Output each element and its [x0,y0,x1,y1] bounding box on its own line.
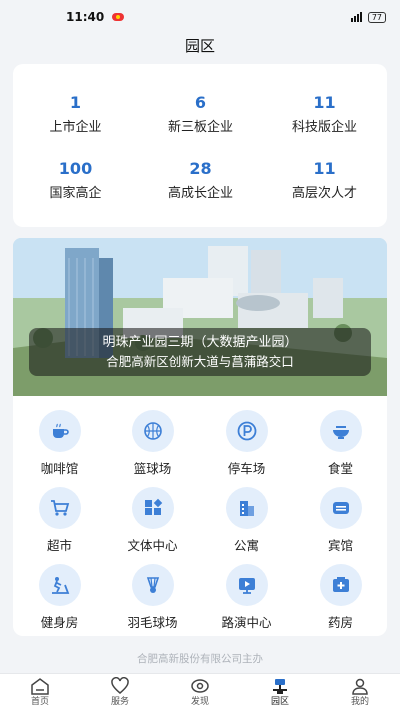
facility-label: 停车场 [227,461,266,476]
facility-grid: 咖啡馆 篮球场 停车场 食堂 超市 文体中心 公寓 宾馆 健身房 羽毛球场 路演… [13,396,387,636]
facility-label: 篮球场 [133,461,172,476]
facility-label: 文体中心 [127,538,178,553]
stat-neeq-companies[interactable]: 6 新三板企业 [138,92,263,138]
stat-high-tech-enterprises[interactable]: 100 国家高企 [13,158,138,204]
stat-high-growth-enterprises[interactable]: 28 高成长企业 [138,158,263,204]
stat-value: 11 [313,159,336,178]
stat-label: 上市企业 [49,120,102,135]
home-icon [0,676,80,696]
battery-icon: 77 [367,11,386,23]
blocks-icon [131,487,174,529]
stat-label: 国家高企 [49,186,102,201]
badminton-icon [131,564,174,606]
facility-badminton-court[interactable]: 羽毛球场 [106,564,199,631]
eye-icon [160,676,240,696]
facility-label: 宾馆 [327,538,353,553]
tab-mine[interactable]: 我的 [320,674,400,711]
park-icon [240,676,320,696]
signal-icon [350,12,362,22]
tab-label: 服务 [110,697,129,707]
bowl-icon [319,410,362,452]
facility-basketball-court[interactable]: 篮球场 [106,410,199,477]
footer-sponsor-note: 合肥高新股份有限公司主办 [137,653,263,665]
facility-label: 路演中心 [221,615,272,630]
banner-address: 合肥高新区创新大道与菖蒲路交口 [106,354,294,369]
roadshow-icon [225,564,268,606]
facility-cafe[interactable]: 咖啡馆 [13,410,106,477]
coffee-icon [38,410,81,452]
facility-parking[interactable]: 停车场 [200,410,293,477]
pharmacy-icon [319,564,362,606]
basketball-icon [131,410,174,452]
heart-icon [80,676,160,696]
facility-label: 健身房 [40,615,79,630]
stat-value: 1 [69,93,82,112]
page-title: 园区 [184,37,215,55]
facility-sports-culture-center[interactable]: 文体中心 [106,487,199,554]
banner-caption: 明珠产业园三期（大数据产业园） 合肥高新区创新大道与菖蒲路交口 [29,328,371,376]
facility-label: 药房 [327,615,353,630]
tab-park[interactable]: 园区 [240,674,320,711]
bottom-tab-bar: 首页 服务 发现 园区 我的 [0,673,400,711]
status-time: 11:40 [66,10,105,24]
tab-label: 园区 [270,697,289,707]
facility-gym[interactable]: 健身房 [13,564,106,631]
stat-label: 高成长企业 [167,186,233,201]
stat-label: 科技版企业 [291,120,357,135]
treadmill-icon [38,564,81,606]
parking-icon [225,410,268,452]
stat-listed-companies[interactable]: 1 上市企业 [13,92,138,138]
tab-home[interactable]: 首页 [0,674,80,711]
stat-label: 新三板企业 [167,120,233,135]
facility-roadshow-center[interactable]: 路演中心 [200,564,293,631]
stat-high-level-talents[interactable]: 11 高层次人才 [262,158,387,204]
hotel-icon [319,487,362,529]
facility-label: 公寓 [233,538,259,553]
cart-icon [38,487,81,529]
building-icon [225,487,268,529]
stats-card: 1 上市企业 6 新三板企业 11 科技版企业 100 国家高企 28 高成长企… [13,64,387,227]
tab-services[interactable]: 服务 [80,674,160,711]
user-icon [320,676,400,696]
facility-label: 食堂 [327,461,353,476]
stat-value: 6 [194,93,207,112]
notification-app-icon [112,13,125,21]
status-bar: 11:40 77 [0,0,400,34]
tab-label: 我的 [350,697,369,707]
facility-label: 咖啡馆 [40,461,79,476]
facility-label: 羽毛球场 [127,615,178,630]
facility-label: 超市 [46,538,72,553]
facility-canteen[interactable]: 食堂 [294,410,387,477]
facility-hotel[interactable]: 宾馆 [294,487,387,554]
tab-label: 首页 [30,697,49,707]
park-banner[interactable]: 明珠产业园三期（大数据产业园） 合肥高新区创新大道与菖蒲路交口 [13,238,387,396]
facility-supermarket[interactable]: 超市 [13,487,106,554]
stat-label: 高层次人才 [291,186,357,201]
stat-value: 100 [58,159,93,178]
stat-value: 28 [189,159,212,178]
tab-discover[interactable]: 发现 [160,674,240,711]
stat-star-market-companies[interactable]: 11 科技版企业 [262,92,387,138]
stat-value: 11 [313,93,336,112]
facility-pharmacy[interactable]: 药房 [294,564,387,631]
facility-apartment[interactable]: 公寓 [200,487,293,554]
banner-title: 明珠产业园三期（大数据产业园） [102,335,298,350]
tab-label: 发现 [190,697,209,707]
